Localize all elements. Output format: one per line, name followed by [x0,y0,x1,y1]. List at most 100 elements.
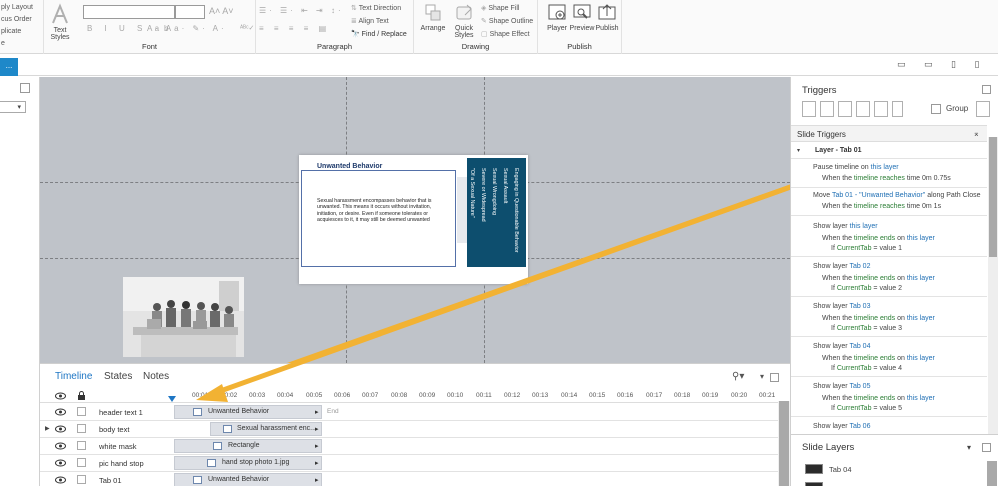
lock-checkbox[interactable] [77,407,86,416]
timeline-row[interactable]: Tab 01 Unwanted Behavior ▸ [40,472,778,486]
arrange-button[interactable]: Arrange [417,3,449,32]
bar-label: Unwanted Behavior [208,476,270,483]
trigger-item[interactable]: Show layer Tab 04 When the timeline ends… [791,337,987,377]
row-name[interactable]: Tab 01 [99,476,122,485]
eye-icon[interactable] [55,408,66,418]
triggers-scrollbar[interactable] [988,137,998,450]
ribbon-group-slide: ply Layout cus Order plicate e [0,0,44,54]
align-text-button[interactable]: ≣ Align Text [351,17,389,25]
timeline-bar[interactable]: Unwanted Behavior ▸ [174,405,322,419]
timeline-row[interactable]: ▶ body text Sexual harassment enc... ▸ [40,421,778,438]
slide-layers-scrollbar[interactable] [987,461,997,486]
lock-checkbox[interactable] [77,441,86,450]
trigger-item[interactable]: Pause timeline on this layer When the ti… [791,160,987,188]
scrollbar-thumb[interactable] [779,401,789,486]
row-name[interactable]: pic hand stop [99,459,144,468]
timeline-bar[interactable]: Rectangle ▸ [174,439,322,453]
expand-icon[interactable]: ▶ [45,425,50,432]
chevron-down-icon[interactable]: ▾ [797,147,800,154]
timeline-scrollbar[interactable] [778,401,790,486]
duplicate-button[interactable]: plicate [1,28,21,35]
tab-states[interactable]: States [104,371,132,382]
lock-icon[interactable] [77,391,86,403]
timeline-bar[interactable]: Unwanted Behavior ▸ [174,473,322,486]
scrollbar-thumb[interactable] [989,137,997,257]
trigger-item[interactable]: Show layer Tab 05 When the timeline ends… [791,377,987,417]
restore-icon[interactable] [770,373,779,382]
trigger-item[interactable]: Move Tab 01 - "Unwanted Behavior" along … [791,188,987,216]
slide-tab-strip: ... ▭ ▭ ▯ ▯ ▯ ⊟ [0,54,998,76]
font-size-input[interactable] [175,5,205,19]
find-replace-button[interactable]: 🔭 Find / Replace [351,30,407,38]
timeline-row[interactable]: pic hand stop hand stop photo 1.jpg ▸ [40,455,778,472]
timeline-row[interactable]: white mask Rectangle ▸ [40,438,778,455]
layer-group-header[interactable]: ▾ Layer - Tab 01 [791,143,987,159]
tick-label: 00:05 [306,392,323,399]
device-preview-icons[interactable]: ▭ ▭ ▯ ▯ ▯ ⊟ [897,59,998,70]
focus-order-button[interactable]: cus Order [1,16,32,23]
lock-checkbox[interactable] [77,424,86,433]
eye-icon[interactable] [55,442,66,452]
end-label: End [327,408,339,415]
shape-effect-button[interactable]: ▢ Shape Effect [481,30,530,38]
text-direction-button[interactable]: ⇅ Text Direction [351,4,401,12]
bar-label: Sexual harassment enc... [237,425,316,432]
grow-font-icon[interactable]: A˄ A˅ [209,6,234,16]
lock-checkbox[interactable] [77,458,86,467]
shape-fill-button[interactable]: ◈ Shape Fill [481,4,519,12]
chevron-down-icon[interactable]: ▾ [967,443,971,452]
playhead-marker[interactable] [168,396,176,402]
annotation-arrow [287,184,790,363]
trigger-item[interactable]: Show layer Tab 06 [791,417,987,432]
group-checkbox[interactable] [931,104,941,114]
restore-icon[interactable] [982,85,991,94]
spellcheck-icon[interactable]: ᴬᴮᶜ✓ [240,24,254,32]
tab-timeline[interactable]: Timeline [55,371,92,382]
picture-icon [207,459,216,467]
row-name[interactable]: body text [99,425,129,434]
slide-triggers-header[interactable]: Slide Triggers ⌅ [791,125,987,142]
timeline-bar[interactable]: hand stop photo 1.jpg ▸ [174,456,322,470]
paste-trigger-icon[interactable] [856,101,870,117]
eye-icon[interactable] [55,459,66,469]
restore-icon[interactable] [982,443,991,452]
tab-notes[interactable]: Notes [143,371,169,382]
font-family-input[interactable] [83,5,175,19]
move-trigger-icon[interactable] [892,101,903,117]
font-color-icons[interactable]: A· Aa· ✎· A· [147,24,227,33]
delete-trigger-icon[interactable] [874,101,888,117]
row-name[interactable]: white mask [99,442,137,451]
scene-dropdown[interactable]: ▾ [0,101,26,113]
timeline-row[interactable]: header text 1 Unwanted Behavior ▸ End [40,404,778,421]
row-name[interactable]: header text 1 [99,408,143,417]
lock-checkbox[interactable] [77,475,86,484]
trigger-item[interactable]: Show layer this layer When the timeline … [791,217,987,257]
list-icons[interactable]: ☰· ☰· ⇤ ⇥ ↕· [259,6,344,15]
slide-tab[interactable]: ... [0,58,18,76]
ribbon-group-label-cut: e [1,40,5,47]
layout-button[interactable]: ply Layout [1,4,33,11]
timeline-bar[interactable]: Sexual harassment enc... ▸ [210,422,322,436]
trigger-item[interactable]: Show layer Tab 03 When the timeline ends… [791,297,987,337]
new-trigger-icon[interactable] [802,101,816,117]
eye-icon[interactable] [55,392,66,402]
chevron-down-icon[interactable]: ▾ [760,372,764,381]
trigger-view-icon[interactable] [976,101,990,117]
shape-outline-button[interactable]: ✎ Shape Outline [481,17,533,25]
slide-canvas[interactable]: Unwanted Behavior Sexual harassment enco… [40,77,790,363]
text-styles-button[interactable]: Text Styles [44,3,76,41]
restore-icon[interactable] [20,83,30,93]
copy-trigger-icon[interactable] [838,101,852,117]
edit-trigger-icon[interactable] [820,101,834,117]
layer-name[interactable]: Tab 04 [829,465,852,474]
quick-styles-button[interactable]: Quick Styles [448,3,480,39]
eye-icon[interactable] [55,425,66,435]
bar-label: Unwanted Behavior [208,408,270,415]
publish-button[interactable]: Publish [591,3,623,32]
eye-icon[interactable] [55,476,66,486]
collapse-all-icon[interactable]: ⌅ [973,129,980,138]
trigger-item[interactable]: Show layer Tab 02 When the timeline ends… [791,257,987,297]
timeline-options-icon[interactable]: ⚲▾ [732,371,744,382]
timeline-ruler[interactable]: 00:01 00:02 00:03 00:04 00:05 00:06 00:0… [40,388,778,403]
align-icons[interactable]: ≡ ≡ ≡ ≡ ▤ [259,24,330,33]
